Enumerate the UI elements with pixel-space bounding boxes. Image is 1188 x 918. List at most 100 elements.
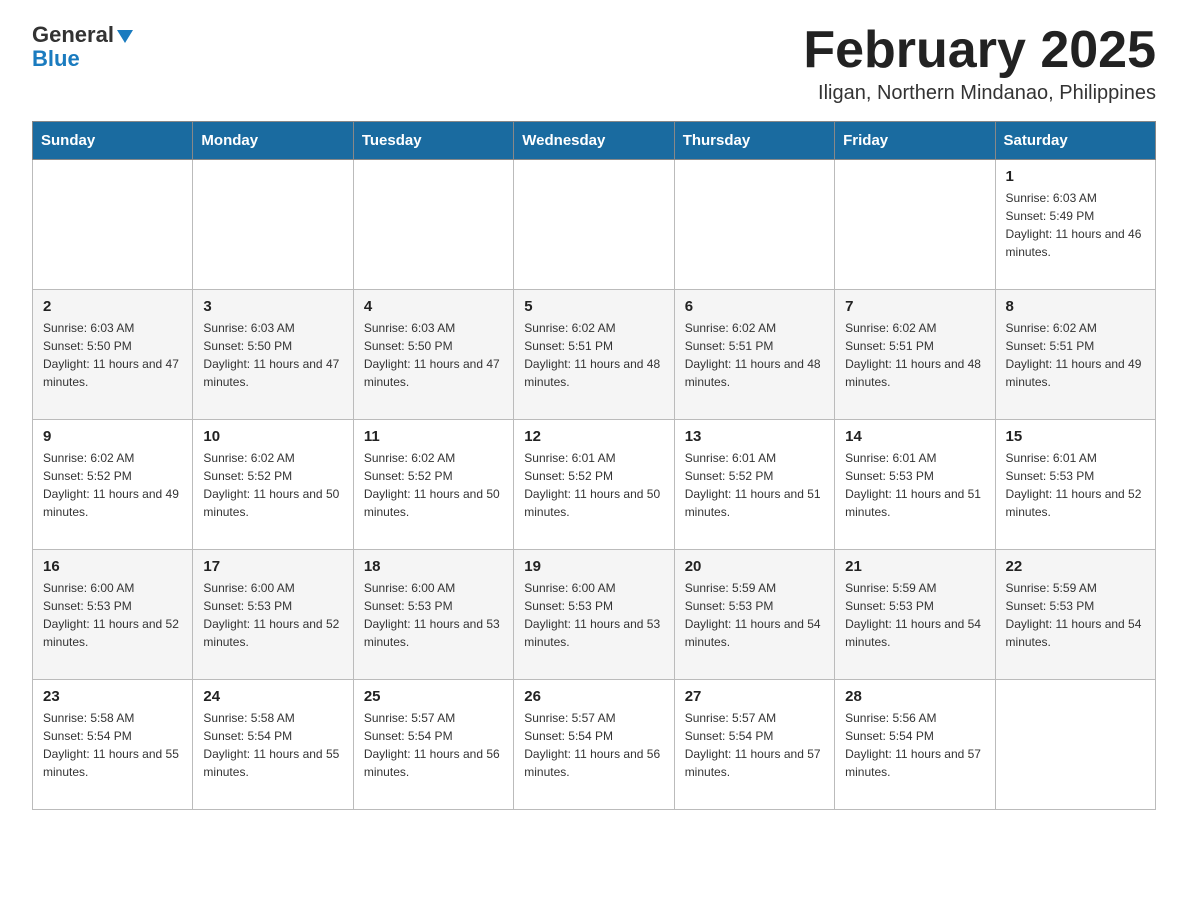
day-number: 27 bbox=[685, 688, 824, 705]
calendar-day-cell: 22 Sunrise: 5:59 AMSunset: 5:53 PMDayligh… bbox=[995, 550, 1155, 680]
calendar-day-cell bbox=[835, 160, 995, 290]
day-info: Sunrise: 5:57 AMSunset: 5:54 PMDaylight:… bbox=[524, 709, 663, 781]
day-info: Sunrise: 5:59 AMSunset: 5:53 PMDaylight:… bbox=[685, 579, 824, 651]
day-info: Sunrise: 6:03 AMSunset: 5:50 PMDaylight:… bbox=[43, 319, 182, 391]
day-number: 1 bbox=[1006, 168, 1145, 185]
logo-blue: Blue bbox=[32, 46, 80, 71]
day-number: 23 bbox=[43, 688, 182, 705]
day-info: Sunrise: 6:02 AMSunset: 5:52 PMDaylight:… bbox=[364, 449, 503, 521]
day-info: Sunrise: 6:00 AMSunset: 5:53 PMDaylight:… bbox=[203, 579, 342, 651]
day-info: Sunrise: 5:56 AMSunset: 5:54 PMDaylight:… bbox=[845, 709, 984, 781]
calendar-day-cell: 24Sunrise: 5:58 AMSunset: 5:54 PMDayligh… bbox=[193, 680, 353, 810]
calendar-day-cell: 20 Sunrise: 5:59 AMSunset: 5:53 PMDayligh… bbox=[674, 550, 834, 680]
calendar-day-cell: 19 Sunrise: 6:00 AMSunset: 5:53 PMDayligh… bbox=[514, 550, 674, 680]
calendar-day-cell: 25 Sunrise: 5:57 AMSunset: 5:54 PMDayligh… bbox=[353, 680, 513, 810]
day-info: Sunrise: 6:02 AMSunset: 5:52 PMDaylight:… bbox=[203, 449, 342, 521]
calendar-day-cell: 1Sunrise: 6:03 AMSunset: 5:49 PMDaylight… bbox=[995, 160, 1155, 290]
day-number: 21 bbox=[845, 558, 984, 575]
calendar-day-cell: 21Sunrise: 5:59 AMSunset: 5:53 PMDayligh… bbox=[835, 550, 995, 680]
day-number: 25 bbox=[364, 688, 503, 705]
calendar-day-cell: 26 Sunrise: 5:57 AMSunset: 5:54 PMDayligh… bbox=[514, 680, 674, 810]
calendar-day-cell: 7 Sunrise: 6:02 AMSunset: 5:51 PMDaylight… bbox=[835, 290, 995, 420]
logo-triangle-icon bbox=[117, 30, 133, 43]
day-info: Sunrise: 6:01 AMSunset: 5:53 PMDaylight:… bbox=[845, 449, 984, 521]
day-info: Sunrise: 6:00 AMSunset: 5:53 PMDaylight:… bbox=[364, 579, 503, 651]
calendar-week-row: 2 Sunrise: 6:03 AMSunset: 5:50 PMDaylight… bbox=[33, 290, 1156, 420]
day-number: 18 bbox=[364, 558, 503, 575]
day-number: 2 bbox=[43, 298, 182, 315]
calendar-day-cell: 10 Sunrise: 6:02 AMSunset: 5:52 PMDayligh… bbox=[193, 420, 353, 550]
month-year-title: February 2025 bbox=[803, 24, 1156, 76]
calendar-day-cell: 23Sunrise: 5:58 AMSunset: 5:54 PMDayligh… bbox=[33, 680, 193, 810]
title-block: February 2025 Iligan, Northern Mindanao,… bbox=[803, 24, 1156, 105]
day-number: 8 bbox=[1006, 298, 1145, 315]
day-number: 26 bbox=[524, 688, 663, 705]
day-info: Sunrise: 6:01 AMSunset: 5:53 PMDaylight:… bbox=[1006, 449, 1145, 521]
col-friday: Friday bbox=[835, 122, 995, 160]
calendar-day-cell: 13 Sunrise: 6:01 AMSunset: 5:52 PMDayligh… bbox=[674, 420, 834, 550]
calendar-day-cell bbox=[33, 160, 193, 290]
calendar-day-cell: 16 Sunrise: 6:00 AMSunset: 5:53 PMDayligh… bbox=[33, 550, 193, 680]
col-saturday: Saturday bbox=[995, 122, 1155, 160]
calendar-day-cell bbox=[514, 160, 674, 290]
calendar-day-cell: 5 Sunrise: 6:02 AMSunset: 5:51 PMDaylight… bbox=[514, 290, 674, 420]
calendar-day-cell: 8 Sunrise: 6:02 AMSunset: 5:51 PMDaylight… bbox=[995, 290, 1155, 420]
calendar-week-row: 23Sunrise: 5:58 AMSunset: 5:54 PMDayligh… bbox=[33, 680, 1156, 810]
calendar-day-cell: 6 Sunrise: 6:02 AMSunset: 5:51 PMDaylight… bbox=[674, 290, 834, 420]
day-number: 13 bbox=[685, 428, 824, 445]
calendar-day-cell: 27 Sunrise: 5:57 AMSunset: 5:54 PMDayligh… bbox=[674, 680, 834, 810]
day-info: Sunrise: 6:01 AMSunset: 5:52 PMDaylight:… bbox=[685, 449, 824, 521]
calendar-day-cell: 12 Sunrise: 6:01 AMSunset: 5:52 PMDayligh… bbox=[514, 420, 674, 550]
day-number: 6 bbox=[685, 298, 824, 315]
day-number: 3 bbox=[203, 298, 342, 315]
day-number: 19 bbox=[524, 558, 663, 575]
col-tuesday: Tuesday bbox=[353, 122, 513, 160]
day-number: 11 bbox=[364, 428, 503, 445]
col-sunday: Sunday bbox=[33, 122, 193, 160]
day-info: Sunrise: 5:57 AMSunset: 5:54 PMDaylight:… bbox=[685, 709, 824, 781]
day-info: Sunrise: 6:02 AMSunset: 5:51 PMDaylight:… bbox=[524, 319, 663, 391]
day-info: Sunrise: 5:59 AMSunset: 5:53 PMDaylight:… bbox=[1006, 579, 1145, 651]
day-number: 28 bbox=[845, 688, 984, 705]
calendar-day-cell: 14 Sunrise: 6:01 AMSunset: 5:53 PMDayligh… bbox=[835, 420, 995, 550]
day-number: 4 bbox=[364, 298, 503, 315]
col-thursday: Thursday bbox=[674, 122, 834, 160]
day-number: 17 bbox=[203, 558, 342, 575]
day-info: Sunrise: 6:02 AMSunset: 5:52 PMDaylight:… bbox=[43, 449, 182, 521]
day-number: 22 bbox=[1006, 558, 1145, 575]
calendar-day-cell bbox=[353, 160, 513, 290]
day-number: 7 bbox=[845, 298, 984, 315]
logo: General Blue bbox=[32, 24, 133, 72]
calendar-day-cell: 28 Sunrise: 5:56 AMSunset: 5:54 PMDayligh… bbox=[835, 680, 995, 810]
calendar-day-cell: 2 Sunrise: 6:03 AMSunset: 5:50 PMDaylight… bbox=[33, 290, 193, 420]
day-number: 24 bbox=[203, 688, 342, 705]
calendar-day-cell: 4 Sunrise: 6:03 AMSunset: 5:50 PMDaylight… bbox=[353, 290, 513, 420]
day-number: 16 bbox=[43, 558, 182, 575]
calendar-day-cell: 9Sunrise: 6:02 AMSunset: 5:52 PMDaylight… bbox=[33, 420, 193, 550]
day-info: Sunrise: 6:02 AMSunset: 5:51 PMDaylight:… bbox=[845, 319, 984, 391]
day-info: Sunrise: 6:02 AMSunset: 5:51 PMDaylight:… bbox=[685, 319, 824, 391]
day-info: Sunrise: 5:57 AMSunset: 5:54 PMDaylight:… bbox=[364, 709, 503, 781]
calendar-table: Sunday Monday Tuesday Wednesday Thursday… bbox=[32, 121, 1156, 810]
day-number: 12 bbox=[524, 428, 663, 445]
calendar-day-cell: 3Sunrise: 6:03 AMSunset: 5:50 PMDaylight… bbox=[193, 290, 353, 420]
day-info: Sunrise: 6:02 AMSunset: 5:51 PMDaylight:… bbox=[1006, 319, 1145, 391]
calendar-day-cell: 15 Sunrise: 6:01 AMSunset: 5:53 PMDayligh… bbox=[995, 420, 1155, 550]
day-number: 20 bbox=[685, 558, 824, 575]
col-monday: Monday bbox=[193, 122, 353, 160]
day-number: 10 bbox=[203, 428, 342, 445]
page-header: General Blue February 2025 Iligan, North… bbox=[32, 24, 1156, 105]
calendar-day-cell: 18 Sunrise: 6:00 AMSunset: 5:53 PMDayligh… bbox=[353, 550, 513, 680]
day-number: 15 bbox=[1006, 428, 1145, 445]
calendar-day-cell: 17 Sunrise: 6:00 AMSunset: 5:53 PMDayligh… bbox=[193, 550, 353, 680]
day-info: Sunrise: 6:00 AMSunset: 5:53 PMDaylight:… bbox=[43, 579, 182, 651]
calendar-day-cell bbox=[995, 680, 1155, 810]
day-number: 5 bbox=[524, 298, 663, 315]
calendar-week-row: 16 Sunrise: 6:00 AMSunset: 5:53 PMDayligh… bbox=[33, 550, 1156, 680]
day-info: Sunrise: 6:01 AMSunset: 5:52 PMDaylight:… bbox=[524, 449, 663, 521]
calendar-week-row: 1Sunrise: 6:03 AMSunset: 5:49 PMDaylight… bbox=[33, 160, 1156, 290]
day-info: Sunrise: 6:03 AMSunset: 5:50 PMDaylight:… bbox=[364, 319, 503, 391]
calendar-week-row: 9Sunrise: 6:02 AMSunset: 5:52 PMDaylight… bbox=[33, 420, 1156, 550]
day-number: 14 bbox=[845, 428, 984, 445]
day-info: Sunrise: 6:00 AMSunset: 5:53 PMDaylight:… bbox=[524, 579, 663, 651]
